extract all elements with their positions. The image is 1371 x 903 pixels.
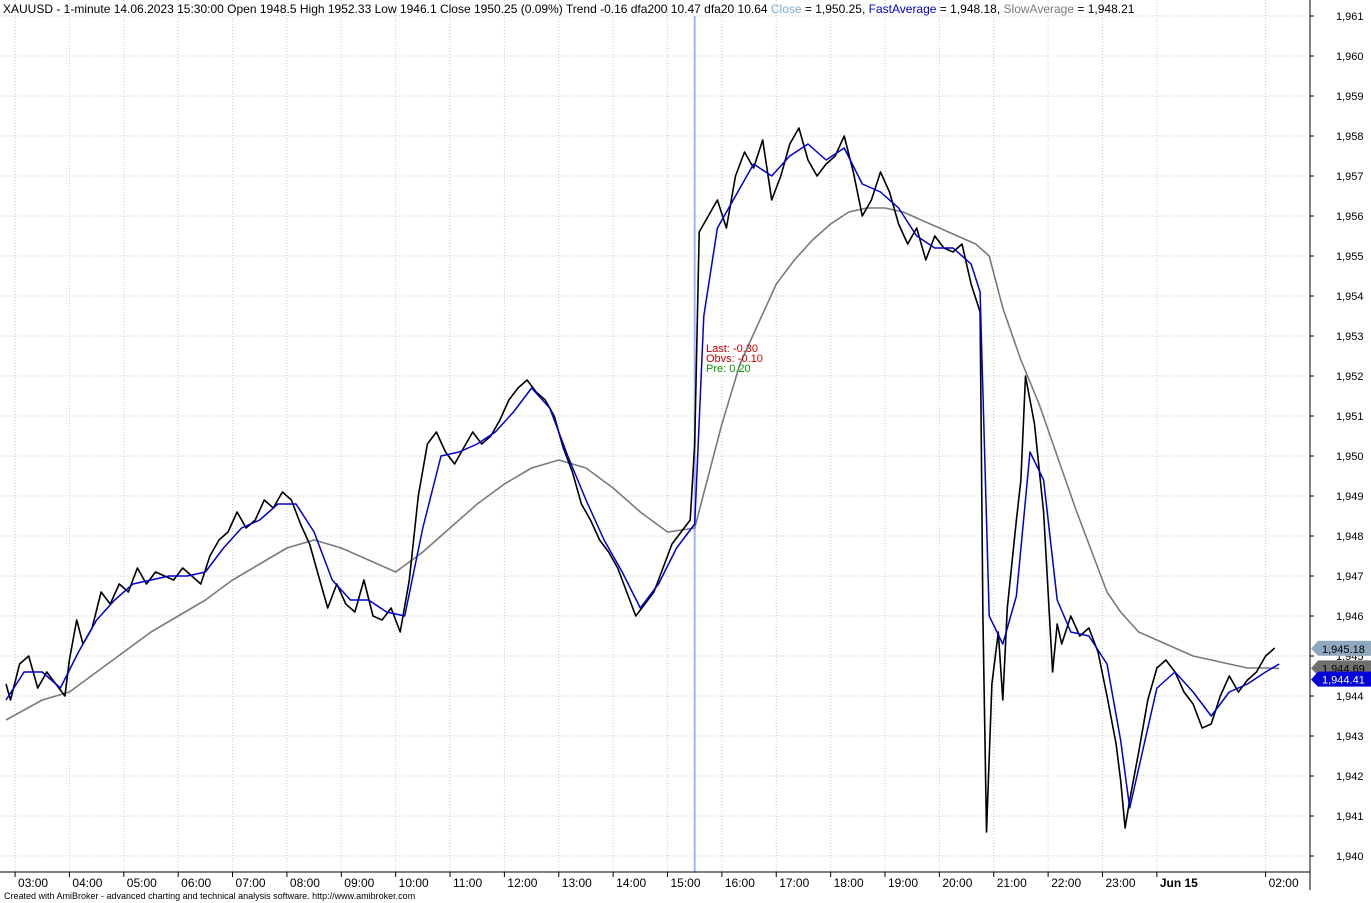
x-tick-label: 07:00 bbox=[236, 876, 266, 890]
last-value-tag: 1,944.41 bbox=[1311, 671, 1371, 687]
x-tick-label: 05:00 bbox=[127, 876, 157, 890]
x-tick-label: 21:00 bbox=[997, 876, 1027, 890]
y-tick-label: 1,944 bbox=[1336, 691, 1364, 703]
y-tick-label: 1,949 bbox=[1336, 491, 1364, 503]
pre-annotation: Pre: 0.20 bbox=[706, 363, 751, 375]
y-tick-label: 1,953 bbox=[1336, 331, 1364, 343]
x-tick-label: 19:00 bbox=[888, 876, 918, 890]
last-value-tag-pointer bbox=[1311, 671, 1318, 687]
last-value-tag-label: 1,945.18 bbox=[1322, 644, 1365, 656]
last-value-tag: 1,945.18 bbox=[1311, 640, 1371, 656]
fast-average-legend-label: FastAverage bbox=[868, 2, 937, 16]
x-tick-label: 10:00 bbox=[399, 876, 429, 890]
x-tick-label: 11:00 bbox=[453, 876, 482, 890]
x-tick-label: 23:00 bbox=[1105, 876, 1135, 890]
y-tick-label: 1,942 bbox=[1336, 771, 1364, 783]
slow-average-legend-value: = 1,948.21 bbox=[1074, 2, 1135, 16]
fast-average-legend-value: = 1,948.18, bbox=[936, 2, 1004, 16]
x-tick-label: 12:00 bbox=[507, 876, 537, 890]
footer-credit: Created with AmiBroker - advanced charti… bbox=[4, 891, 416, 901]
chart-area[interactable]: 1,940 1,941 1,942 1,943 1,944 1,945 1,946 1,947… bbox=[0, 0, 1371, 903]
x-tick-label: 09:00 bbox=[344, 876, 374, 890]
ohlc-info: - 1-minute 14.06.2023 15:30:00 Open 1948… bbox=[53, 2, 771, 16]
series-line-close bbox=[5, 127, 1276, 833]
series-line-fastaverage bbox=[5, 143, 1280, 809]
x-tick-label: Jun 15 bbox=[1160, 876, 1198, 890]
x-tick-label: 16:00 bbox=[725, 876, 755, 890]
y-tick-label: 1,960 bbox=[1336, 51, 1364, 63]
y-tick-label: 1,955 bbox=[1336, 251, 1364, 263]
y-tick-label: 1,959 bbox=[1336, 91, 1364, 103]
axes: 1,9401,9411,9421,9431,9441,9451,9461,947… bbox=[0, 0, 1371, 890]
close-legend-value: = 1,950.25, bbox=[801, 2, 869, 16]
y-tick-label: 1,946 bbox=[1336, 611, 1364, 623]
y-tick-label: 1,956 bbox=[1336, 211, 1364, 223]
y-tick-label: 1,958 bbox=[1336, 131, 1364, 143]
y-tick-label: 1,952 bbox=[1336, 371, 1364, 383]
x-tick-label: 22:00 bbox=[1051, 876, 1081, 890]
x-tick-label: 03:00 bbox=[18, 876, 48, 890]
close-legend-label: Close bbox=[770, 2, 802, 16]
y-tick-label: 1,950 bbox=[1336, 451, 1364, 463]
series-line-slowaverage bbox=[5, 207, 1280, 721]
slow-average-legend-label: SlowAverage bbox=[1003, 2, 1075, 16]
last-value-tag-pointer bbox=[1311, 640, 1318, 656]
y-tick-label: 1,943 bbox=[1336, 731, 1364, 743]
y-tick-label: 1,957 bbox=[1336, 171, 1364, 183]
x-tick-label: 18:00 bbox=[834, 876, 864, 890]
grid bbox=[0, 0, 1310, 872]
x-tick-label: 17:00 bbox=[779, 876, 809, 890]
price-chart[interactable]: 1,9401,9411,9421,9431,9441,9451,9461,947… bbox=[0, 0, 1371, 903]
series-layer bbox=[5, 16, 1280, 872]
last-value-tag-label: 1,944.41 bbox=[1322, 675, 1365, 687]
chart-title-bar: XAUUSD - 1-minute 14.06.2023 15:30:00 Op… bbox=[3, 2, 1134, 16]
x-tick-label: 20:00 bbox=[942, 876, 972, 890]
x-tick-label: 15:00 bbox=[671, 876, 701, 890]
x-tick-label: 06:00 bbox=[181, 876, 211, 890]
y-tick-label: 1,954 bbox=[1336, 291, 1364, 303]
x-tick-label: 14:00 bbox=[616, 876, 646, 890]
y-tick-label: 1,940 bbox=[1336, 851, 1364, 863]
x-tick-label: 13:00 bbox=[562, 876, 592, 890]
x-tick-label: 08:00 bbox=[290, 876, 320, 890]
y-tick-label: 1,961 bbox=[1336, 11, 1364, 23]
x-tick-label: 04:00 bbox=[72, 876, 102, 890]
y-tick-label: 1,951 bbox=[1336, 411, 1364, 423]
y-tick-label: 1,941 bbox=[1336, 811, 1364, 823]
y-tick-label: 1,947 bbox=[1336, 571, 1364, 583]
y-tick-label: 1,948 bbox=[1336, 531, 1364, 543]
symbol-label: XAUUSD bbox=[3, 2, 54, 16]
x-tick-label: 02:00 bbox=[1269, 876, 1299, 890]
